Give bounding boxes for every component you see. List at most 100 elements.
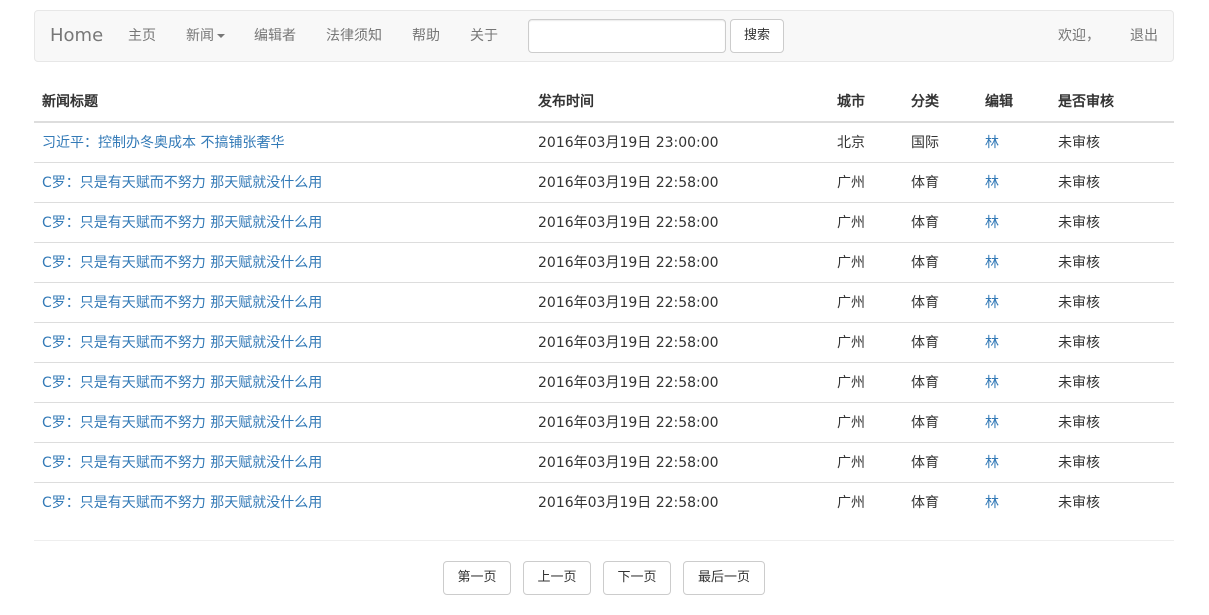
news-title-link[interactable]: C罗：只是有天赋而不努力 那天赋就没什么用 [42, 495, 322, 511]
prev-page-button[interactable]: 上一页 [523, 561, 591, 595]
title-cell: C罗：只是有天赋而不努力 那天赋就没什么用 [34, 201, 530, 242]
news-title-link[interactable]: C罗：只是有天赋而不努力 那天赋就没什么用 [42, 295, 322, 311]
welcome-text: 欢迎， [1058, 28, 1100, 44]
review-status: 未审核 [1058, 255, 1100, 271]
review-status: 未审核 [1058, 175, 1100, 191]
category-cell: 体育 [911, 175, 939, 191]
category-cell: 国际 [911, 135, 939, 152]
category-cell: 体育 [911, 495, 939, 512]
nav-item-help[interactable]: 帮助 [412, 11, 440, 61]
news-title-link[interactable]: C罗：只是有天赋而不努力 那天赋就没什么用 [42, 335, 322, 351]
next-page-button[interactable]: 下一页 [603, 561, 671, 595]
editor-cell: 林 [977, 201, 1050, 242]
review-status: 未审核 [1058, 215, 1100, 231]
editor-link[interactable]: 林 [985, 175, 999, 191]
editor-link[interactable]: 林 [985, 415, 999, 431]
news-title-link[interactable]: C罗：只是有天赋而不努力 那天赋就没什么用 [42, 415, 322, 431]
nav-item-legal[interactable]: 法律须知 [326, 11, 382, 61]
nav-item-news-dropdown[interactable]: 新闻 [186, 11, 225, 61]
city-cell: 广州 [829, 361, 903, 402]
publish-time: 2016年03月19日 22:58:00 [538, 255, 719, 271]
caret-down-icon [217, 34, 225, 38]
editor-link[interactable]: 林 [985, 215, 999, 231]
editor-cell: 林 [977, 321, 1050, 362]
search-input[interactable] [528, 19, 726, 53]
logout-link[interactable]: 退出 [1130, 11, 1158, 61]
news-title-link[interactable]: C罗：只是有天赋而不努力 那天赋就没什么用 [42, 255, 322, 271]
city-cell: 广州 [837, 455, 865, 471]
table-row: C罗：只是有天赋而不努力 那天赋就没什么用 2016年03月19日 22:58:0… [34, 361, 1174, 402]
city-cell: 广州 [829, 401, 903, 442]
city-cell: 广州 [837, 495, 865, 512]
status-cell: 未审核 [1050, 361, 1174, 402]
title-cell: 习近平：控制办冬奥成本 不搞铺张奢华 [34, 122, 530, 162]
news-title-link[interactable]: C罗：只是有天赋而不努力 那天赋就没什么用 [42, 375, 322, 391]
editor-link[interactable]: 林 [985, 455, 999, 471]
header-category: 分类 [903, 80, 977, 123]
category-cell: 体育 [903, 321, 977, 362]
city-cell: 广州 [829, 321, 903, 362]
city-cell: 广州 [829, 281, 903, 322]
editor-link[interactable]: 林 [985, 295, 999, 311]
table-row: 习近平：控制办冬奥成本 不搞铺张奢华 2016年03月19日 23:00:00 北京… [34, 122, 1174, 162]
editor-link[interactable]: 林 [985, 255, 999, 271]
category-cell: 体育 [911, 375, 939, 391]
category-cell: 体育 [911, 335, 939, 351]
category-cell: 体育 [903, 161, 977, 202]
title-cell: C罗：只是有天赋而不努力 那天赋就没什么用 [34, 481, 530, 522]
review-status: 未审核 [1058, 375, 1100, 391]
category-cell: 体育 [903, 361, 977, 402]
editor-link[interactable]: 林 [985, 375, 999, 391]
review-status: 未审核 [1058, 335, 1100, 351]
time-cell: 2016年03月19日 22:58:00 [530, 161, 829, 202]
first-page-button[interactable]: 第一页 [443, 561, 511, 595]
nav-item-about[interactable]: 关于 [470, 11, 498, 61]
nav-item-home[interactable]: 主页 [128, 11, 156, 61]
category-cell: 体育 [911, 255, 939, 271]
publish-time: 2016年03月19日 22:58:00 [538, 375, 719, 391]
news-title-link[interactable]: C罗：只是有天赋而不努力 那天赋就没什么用 [42, 455, 322, 471]
category-cell: 体育 [903, 481, 977, 522]
category-cell: 体育 [911, 455, 939, 471]
category-cell: 体育 [911, 415, 939, 431]
title-cell: C罗：只是有天赋而不努力 那天赋就没什么用 [34, 161, 530, 202]
last-page-button[interactable]: 最后一页 [683, 561, 765, 595]
editor-cell: 林 [977, 161, 1050, 202]
status-cell: 未审核 [1050, 241, 1174, 282]
editor-link[interactable]: 林 [985, 135, 999, 151]
table-header-row: 新闻标题 发布时间 城市 分类 编辑 是否审核 [34, 80, 1174, 123]
time-cell: 2016年03月19日 23:00:00 [530, 122, 829, 162]
city-cell: 广州 [829, 241, 903, 282]
table-row: C罗：只是有天赋而不努力 那天赋就没什么用 2016年03月19日 22:58:0… [34, 481, 1174, 522]
editor-cell: 林 [977, 122, 1050, 162]
editor-cell: 林 [977, 441, 1050, 482]
status-cell: 未审核 [1050, 281, 1174, 322]
editor-link[interactable]: 林 [985, 495, 999, 511]
editor-cell: 林 [977, 401, 1050, 442]
news-title-link[interactable]: C罗：只是有天赋而不努力 那天赋就没什么用 [42, 215, 322, 231]
city-cell: 广州 [837, 335, 865, 351]
news-title-link[interactable]: 习近平：控制办冬奥成本 不搞铺张奢华 [42, 135, 284, 151]
publish-time: 2016年03月19日 22:58:00 [538, 295, 719, 311]
header-editor: 编辑 [977, 80, 1050, 123]
category-cell: 国际 [903, 122, 977, 162]
time-cell: 2016年03月19日 22:58:00 [530, 361, 829, 402]
city-cell: 广州 [837, 255, 865, 271]
table-row: C罗：只是有天赋而不努力 那天赋就没什么用 2016年03月19日 22:58:0… [34, 161, 1174, 202]
search-button[interactable]: 搜索 [730, 19, 784, 53]
news-table: 新闻标题 发布时间 城市 分类 编辑 是否审核 习近平：控制办冬奥成本 不搞铺张… [34, 80, 1174, 522]
category-cell: 体育 [911, 295, 939, 311]
review-status: 未审核 [1058, 495, 1100, 512]
editor-link[interactable]: 林 [985, 335, 999, 351]
city-cell: 广州 [829, 201, 903, 242]
time-cell: 2016年03月19日 22:58:00 [530, 281, 829, 322]
brand-home-link[interactable]: Home [50, 11, 103, 61]
publish-time: 2016年03月19日 22:58:00 [538, 455, 719, 471]
title-cell: C罗：只是有天赋而不努力 那天赋就没什么用 [34, 281, 530, 322]
time-cell: 2016年03月19日 22:58:00 [530, 201, 829, 242]
nav-item-editors[interactable]: 编辑者 [254, 11, 296, 61]
editor-cell: 林 [977, 241, 1050, 282]
news-title-link[interactable]: C罗：只是有天赋而不努力 那天赋就没什么用 [42, 175, 322, 191]
city-cell: 广州 [829, 161, 903, 202]
divider [34, 540, 1174, 541]
